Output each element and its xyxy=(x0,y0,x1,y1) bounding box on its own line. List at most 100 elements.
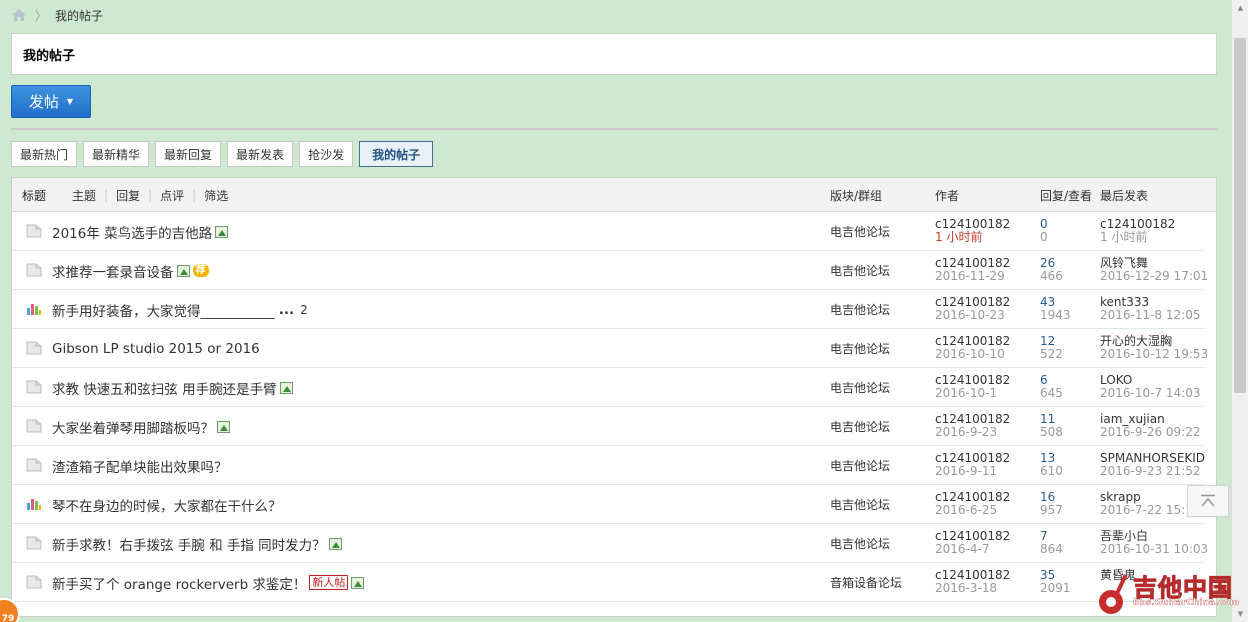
last-post-time[interactable]: 1 小时前 xyxy=(1100,231,1175,244)
last-post-time[interactable]: 2016-7-22 15:14 xyxy=(1100,504,1201,517)
tab-hot[interactable]: 最新热门 xyxy=(11,141,78,167)
thread-title[interactable]: 2016年 菜鸟选手的吉他路 xyxy=(52,222,212,242)
thread-title[interactable]: 求教 快速五和弦扫弦 用手腕还是手臂 xyxy=(52,378,277,398)
last-post-time[interactable]: 2016-10-31 10:03 xyxy=(1100,543,1208,556)
filter-reply[interactable]: 回复 xyxy=(108,187,148,204)
table-row: 求教 快速五和弦扫弦 用手腕还是手臂 电吉他论坛 c124100182 2016-10… xyxy=(12,368,1205,407)
post-date: 2016-9-23 xyxy=(935,425,998,439)
thread-title[interactable]: 求推荐一套录音设备 xyxy=(52,261,174,281)
post-date: 1 小时前 xyxy=(935,230,983,244)
poll-icon xyxy=(26,497,42,511)
guitar-logo-icon xyxy=(1099,574,1128,614)
thread-list: 2016年 菜鸟选手的吉他路 电吉他论坛 c124100182 1 小时前 0 0 c124… xyxy=(12,212,1216,602)
table-header: 标题 主题 | 回复 | 点评 | 筛选 版块/群组 作者 回复/查看 最后发表 xyxy=(12,178,1216,212)
folder-icon xyxy=(26,380,42,394)
caret-down-icon: ▼ xyxy=(66,97,74,106)
forum-link[interactable]: 电吉他论坛 xyxy=(830,290,890,329)
post-date: 2016-3-18 xyxy=(935,581,998,595)
table-row: 新手用好装备，大家觉得___________... 2 电吉他论坛 c12410018… xyxy=(12,290,1205,329)
recommended-badge: 荐 xyxy=(192,264,209,277)
forum-link[interactable]: 电吉他论坛 xyxy=(830,407,890,446)
thread-title[interactable]: 琴不在身边的时候，大家都在干什么？ xyxy=(52,495,282,515)
table-row: 求推荐一套录音设备荐电吉他论坛 c124100182 2016-11-29 26 466… xyxy=(12,251,1208,290)
table-row: 琴不在身边的时候，大家都在干什么？ 电吉他论坛 c124100182 2016-6-2… xyxy=(12,485,1205,524)
folder-icon xyxy=(26,341,42,355)
scrollbar[interactable]: ▲ ▼ xyxy=(1231,0,1248,622)
header-forum: 版块/群组 xyxy=(830,188,883,203)
forum-link[interactable]: 电吉他论坛 xyxy=(830,446,890,485)
breadcrumb-current[interactable]: 我的帖子 xyxy=(55,7,103,24)
back-to-top-button[interactable] xyxy=(1187,485,1229,517)
tab-sofa[interactable]: 抢沙发 xyxy=(299,141,354,167)
breadcrumb: 〉 我的帖子 xyxy=(11,6,103,24)
header-last-post: 最后发表 xyxy=(1100,188,1149,203)
view-count: 610 xyxy=(1040,464,1063,478)
image-attachment-icon xyxy=(351,576,365,589)
subject-ellipsis: ... xyxy=(278,301,295,318)
thread-title[interactable]: 新手求教！右手拨弦 手腕 和 手指 同时发力？ xyxy=(52,534,326,554)
view-count: 0 xyxy=(1040,230,1048,244)
table-row: 大家坐着弹琴用脚踏板吗？ 电吉他论坛 c124100182 2016-9-23 11 50… xyxy=(12,407,1205,446)
tab-digest[interactable]: 最新精华 xyxy=(83,141,150,167)
tab-latest-post[interactable]: 最新发表 xyxy=(227,141,294,167)
header-filters: 标题 主题 | 回复 | 点评 | 筛选 xyxy=(22,178,236,212)
last-post-time[interactable]: 2016-10-12 19:53 xyxy=(1100,348,1208,361)
filter-screen[interactable]: 筛选 xyxy=(196,187,236,204)
image-attachment-icon xyxy=(217,420,230,433)
view-count: 522 xyxy=(1040,347,1063,361)
home-icon[interactable] xyxy=(11,8,27,22)
page-title: 我的帖子 xyxy=(11,33,1217,75)
table-row: Gibson LP studio 2015 or 2016 电吉他论坛 c12410… xyxy=(12,329,1208,368)
view-count: 508 xyxy=(1040,425,1063,439)
page-link[interactable]: 2 xyxy=(300,303,308,317)
folder-icon xyxy=(26,458,42,472)
view-count: 1943 xyxy=(1040,308,1071,322)
image-attachment-icon xyxy=(176,264,190,277)
post-date: 2016-10-1 xyxy=(935,386,998,400)
new-post-button[interactable]: 发帖 ▼ xyxy=(11,85,91,118)
last-post-time[interactable]: 2016-9-26 09:22 xyxy=(1100,426,1201,439)
image-attachment-icon xyxy=(328,537,342,550)
last-post-time[interactable]: 2016-9-23 21:52 xyxy=(1100,465,1205,478)
view-count: 957 xyxy=(1040,503,1063,517)
last-post-time[interactable]: 2016-12-29 17:01 xyxy=(1100,270,1208,283)
forum-link[interactable]: 电吉他论坛 xyxy=(830,251,890,290)
forum-link[interactable]: 电吉他论坛 xyxy=(830,524,890,563)
image-attachment-icon xyxy=(215,225,229,238)
folder-icon xyxy=(26,224,42,238)
table-row: 渣渣箱子配单块能出效果吗？ 电吉他论坛 c124100182 2016-9-11 13 6… xyxy=(12,446,1205,485)
forum-link[interactable]: 电吉他论坛 xyxy=(830,212,890,251)
thread-title[interactable]: 新手买了个 orange rockerverb 求鉴定！ xyxy=(52,573,306,593)
table-row: 新手求教！右手拨弦 手腕 和 手指 同时发力？ 电吉他论坛 c124100182 20… xyxy=(12,524,1208,563)
post-date: 2016-4-7 xyxy=(935,542,990,556)
header-title: 标题 xyxy=(22,188,47,203)
table-row: 2016年 菜鸟选手的吉他路 电吉他论坛 c124100182 1 小时前 0 0 c124… xyxy=(12,212,1205,251)
forum-link[interactable]: 电吉他论坛 xyxy=(830,329,890,368)
thread-title[interactable]: 渣渣箱子配单块能出效果吗？ xyxy=(52,456,228,476)
new-post-label: 发帖 xyxy=(28,93,59,111)
thread-title[interactable]: Gibson LP studio 2015 or 2016 xyxy=(52,341,260,357)
filter-topic[interactable]: 主题 xyxy=(64,187,104,204)
filter-comment[interactable]: 点评 xyxy=(152,187,192,204)
forum-link[interactable]: 音箱设备论坛 xyxy=(830,563,902,602)
watermark-url: bbs.GuitarChina.com xyxy=(1133,598,1240,608)
divider xyxy=(11,128,1217,130)
last-post-time[interactable]: 2016-11-8 12:05 xyxy=(1100,309,1201,322)
post-date: 2016-11-29 xyxy=(935,269,1005,283)
thread-title[interactable]: 大家坐着弹琴用脚踏板吗？ xyxy=(52,417,214,437)
thread-table: 标题 主题 | 回复 | 点评 | 筛选 版块/群组 作者 回复/查看 最后发表… xyxy=(11,177,1217,617)
thread-title[interactable]: 新手用好装备，大家觉得___________ xyxy=(52,300,275,320)
folder-icon xyxy=(26,536,42,550)
tab-latest-reply[interactable]: 最新回复 xyxy=(155,141,222,167)
post-date: 2016-10-10 xyxy=(935,347,1005,361)
forum-link[interactable]: 电吉他论坛 xyxy=(830,368,890,407)
forum-link[interactable]: 电吉他论坛 xyxy=(830,485,890,524)
table-row: 新手买了个 orange rockerverb 求鉴定！ 新人帖 音箱设备论坛 c12… xyxy=(12,563,1205,602)
tab-my-posts[interactable]: 我的帖子 xyxy=(359,141,434,167)
scroll-up-icon[interactable]: ▲ xyxy=(1232,0,1248,16)
header-stats: 回复/查看 xyxy=(1040,188,1093,203)
scrollbar-thumb[interactable] xyxy=(1234,38,1246,393)
last-post-time[interactable]: 2016-10-7 14:03 xyxy=(1100,387,1201,400)
breadcrumb-separator: 〉 xyxy=(35,8,48,23)
view-count: 2091 xyxy=(1040,581,1071,595)
